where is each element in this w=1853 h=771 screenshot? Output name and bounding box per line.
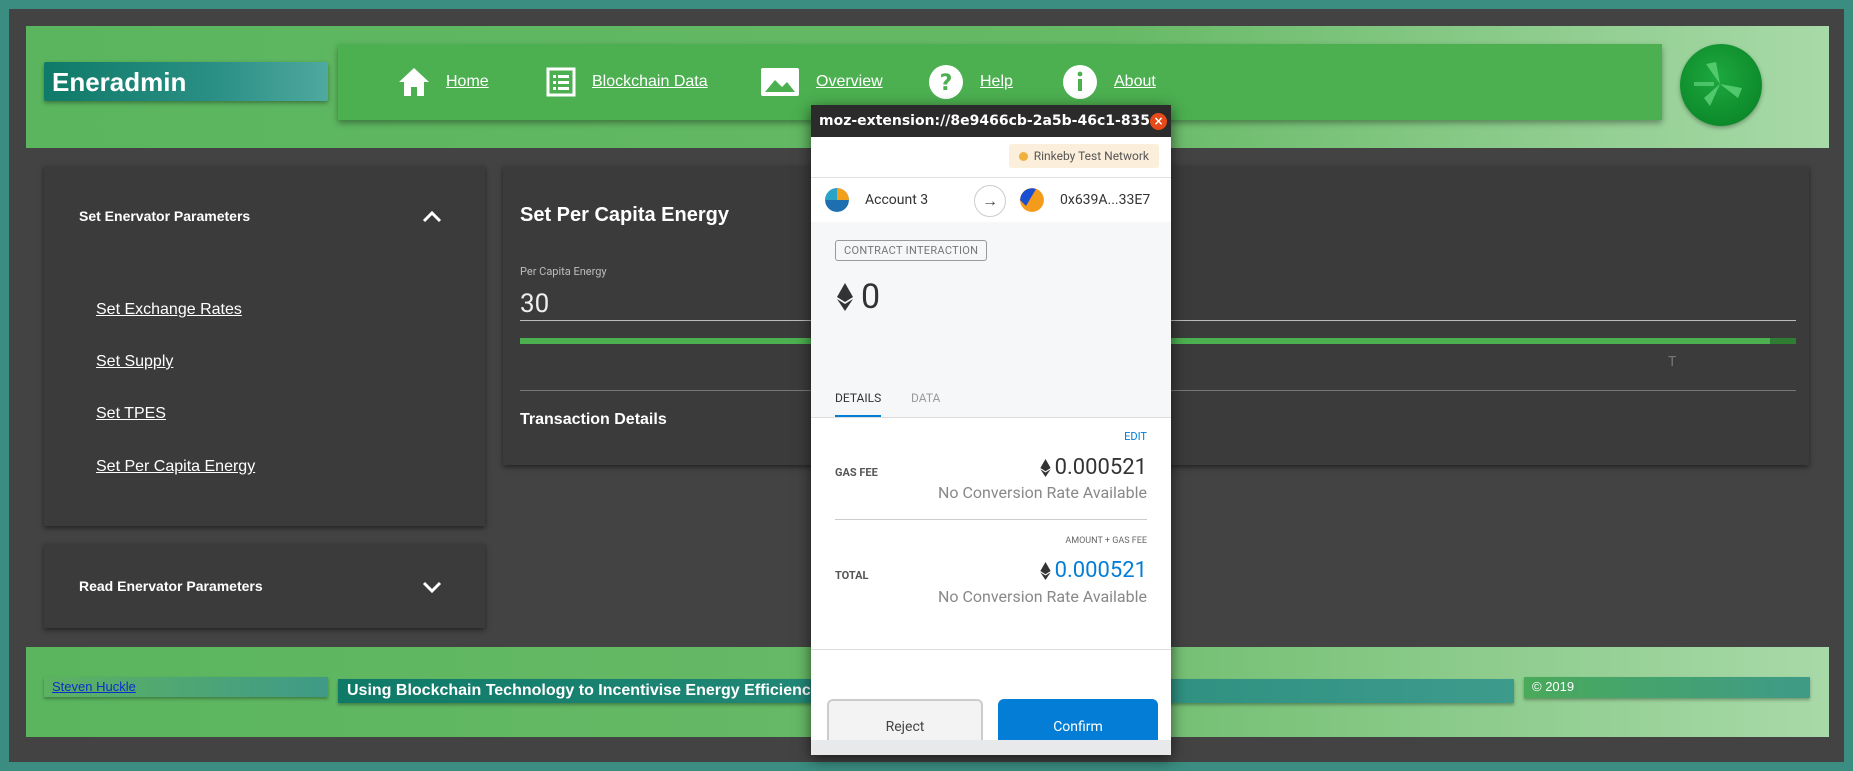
total-label: TOTAL (835, 569, 869, 582)
set-params-title: Set Enervator Parameters (79, 208, 251, 224)
chevron-up-icon[interactable] (421, 206, 443, 228)
tab-details[interactable]: DETAILS (835, 391, 882, 417)
to-address[interactable]: 0x639A...33E7 (1020, 188, 1150, 212)
logo-icon (1694, 62, 1742, 106)
edit-gas-button[interactable]: EDIT (1124, 430, 1147, 443)
sidebar-link-tpes[interactable]: Set TPES (96, 405, 166, 423)
to-address-text: 0x639A...33E7 (1060, 192, 1151, 208)
popup-tabs: DETAILS DATA (811, 377, 1171, 418)
submit-button-text[interactable]: T (1668, 354, 1676, 370)
detail-divider (835, 519, 1147, 520)
eth-icon (837, 283, 853, 311)
sidebar-link-supply[interactable]: Set Supply (96, 353, 173, 371)
eth-icon (1039, 458, 1051, 477)
network-dot-icon (1018, 151, 1028, 161)
brand-title: Eneradmin (52, 67, 187, 97)
sidebar-link-exchange-rates[interactable]: Set Exchange Rates (96, 301, 242, 319)
sidebar-read-params: Read Enervator Parameters (44, 544, 485, 628)
gas-fee-label: GAS FEE (835, 466, 878, 479)
nav-overview-label: Overview (816, 73, 883, 90)
transaction-details-title: Transaction Details (520, 411, 667, 428)
total-value: 0.000521 (1039, 558, 1147, 583)
arrow-right-icon: → (974, 185, 1006, 217)
tab-data[interactable]: DATA (911, 391, 940, 405)
brand[interactable]: Eneradmin (44, 62, 328, 101)
contract-interaction-badge: CONTRACT INTERACTION (835, 240, 988, 261)
close-icon[interactable]: × (1150, 113, 1167, 130)
popup-titlebar: moz-extension://8e9466cb-2a5b-46c1-835d-… (811, 105, 1171, 137)
nav-blockchain-data-label: Blockchain Data (592, 73, 708, 90)
footer-divider (811, 649, 1171, 650)
nav-help-label: Help (980, 73, 1013, 90)
gas-fee-conversion: No Conversion Rate Available (938, 483, 1147, 502)
eth-icon (1039, 561, 1051, 580)
amount-gas-fee-label: AMOUNT + GAS FEE (1065, 536, 1147, 546)
recipient-avatar-icon (1020, 188, 1044, 212)
gas-fee-value: 0.000521 (1039, 455, 1147, 480)
nav-home[interactable]: Home (398, 62, 489, 102)
network-name: Rinkeby Test Network (1033, 149, 1149, 163)
copyright-text: © 2019 (1532, 679, 1575, 694)
enervator-logo (1680, 44, 1762, 126)
transaction-summary: CONTRACT INTERACTION 0 (811, 222, 1171, 377)
account-avatar-icon (825, 188, 849, 212)
svg-text:?: ? (940, 71, 953, 96)
metamask-popup: moz-extension://8e9466cb-2a5b-46c1-835d-… (811, 105, 1171, 755)
footer-copyright: © 2019 (1524, 677, 1810, 698)
amount-value: 0 (861, 277, 881, 317)
read-params-title: Read Enervator Parameters (79, 578, 263, 594)
nav-help[interactable]: ? Help (928, 62, 1013, 102)
popup-body: Rinkeby Test Network Account 3 → 0x639A.… (811, 137, 1171, 755)
total-amount: 0.000521 (1054, 558, 1147, 583)
total-conversion: No Conversion Rate Available (938, 587, 1147, 606)
from-account-name: Account 3 (865, 192, 929, 208)
popup-bottom (811, 740, 1171, 755)
list-icon (546, 67, 576, 97)
help-icon: ? (929, 65, 963, 99)
footer-author: Steven Huckle (44, 677, 328, 697)
popup-url: moz-extension://8e9466cb-2a5b-46c1-835d-… (819, 113, 1149, 129)
sidebar-link-per-capita-energy[interactable]: Set Per Capita Energy (96, 458, 255, 476)
page-title: Set Per Capita Energy (520, 204, 729, 226)
per-capita-energy-label: Per Capita Energy (520, 265, 607, 278)
nav-blockchain-data[interactable]: Blockchain Data (546, 62, 708, 102)
gas-fee-amount: 0.000521 (1054, 455, 1147, 480)
info-icon (1063, 65, 1097, 99)
home-icon (399, 68, 429, 96)
nav-about[interactable]: About (1062, 62, 1156, 102)
tagline-text: Using Blockchain Technology to Incentivi… (347, 682, 820, 699)
chevron-down-icon[interactable] (421, 576, 443, 598)
author-link[interactable]: Steven Huckle (52, 679, 136, 694)
nav-about-label: About (1114, 73, 1156, 90)
amount: 0 (837, 277, 880, 317)
from-account[interactable]: Account 3 (825, 188, 928, 212)
account-row: Account 3 → 0x639A...33E7 (811, 177, 1171, 223)
sidebar-set-params: Set Enervator Parameters Set Exchange Ra… (44, 166, 485, 526)
nav-home-label: Home (446, 73, 489, 90)
nav-overview[interactable]: Overview (760, 62, 883, 102)
network-badge[interactable]: Rinkeby Test Network (1008, 144, 1159, 168)
image-icon (761, 68, 799, 96)
